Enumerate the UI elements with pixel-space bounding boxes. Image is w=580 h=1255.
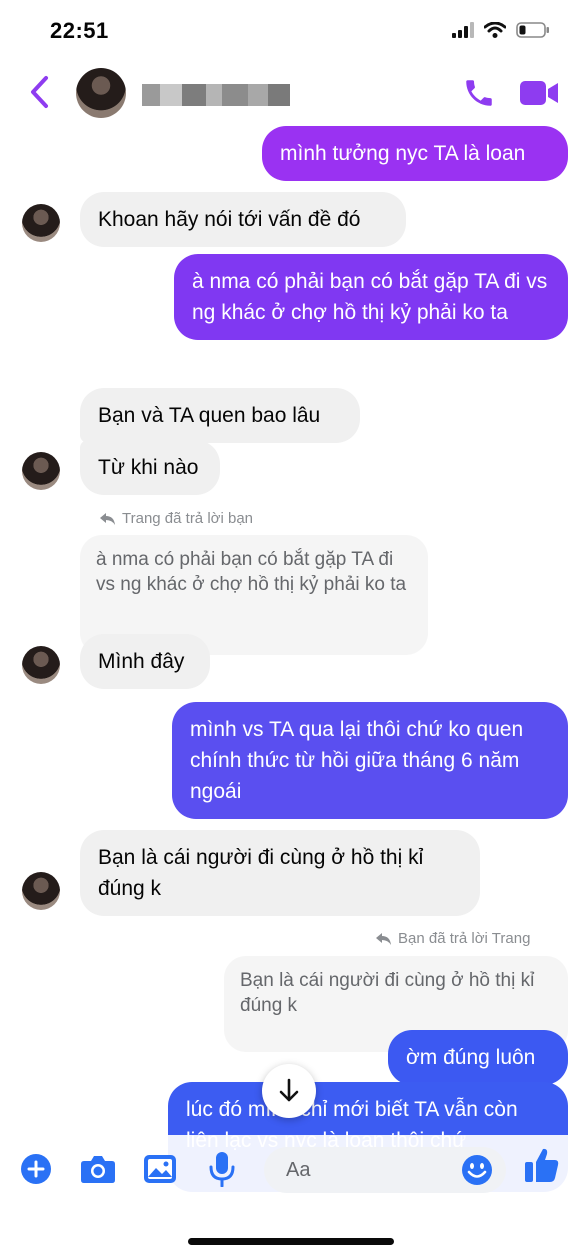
message-text: ờm đúng luôn bbox=[406, 1046, 536, 1069]
message-text: mình vs TA qua lại thôi chứ ko quen chín… bbox=[190, 718, 524, 803]
chevron-left-icon bbox=[31, 76, 48, 108]
video-camera-icon bbox=[520, 81, 558, 105]
battery-icon bbox=[516, 22, 549, 38]
message-text: Mình đây bbox=[98, 650, 185, 673]
reply-arrow-icon bbox=[376, 932, 391, 945]
emoji-icon bbox=[462, 1155, 492, 1185]
voice-message-button[interactable] bbox=[202, 1149, 242, 1189]
message-incoming[interactable]: Khoan hãy nói tới vấn đề đó bbox=[80, 192, 406, 247]
reply-label: Trang đã trả lời bạn bbox=[100, 510, 253, 527]
message-outgoing[interactable]: à nma có phải bạn có bắt gặp TA đi vs ng… bbox=[174, 254, 568, 340]
wifi-icon bbox=[484, 22, 506, 38]
home-indicator bbox=[188, 1238, 394, 1245]
conversation-header bbox=[0, 62, 580, 126]
sender-avatar[interactable] bbox=[22, 872, 60, 910]
more-actions-button[interactable] bbox=[16, 1149, 56, 1189]
status-bar: 22:51 bbox=[0, 0, 580, 62]
arrow-down-icon bbox=[279, 1078, 299, 1102]
image-icon bbox=[144, 1155, 176, 1183]
message-input-placeholder: Aa bbox=[286, 1159, 311, 1181]
plus-circle-icon bbox=[21, 1154, 51, 1184]
contact-name-redacted[interactable] bbox=[142, 84, 290, 106]
camera-button[interactable] bbox=[78, 1149, 118, 1189]
status-icons bbox=[452, 22, 550, 38]
message-outgoing[interactable]: mình tưởng nyc TA là loan bbox=[262, 126, 568, 181]
reply-arrow-icon bbox=[100, 512, 115, 525]
status-time: 22:51 bbox=[50, 18, 109, 43]
sender-avatar[interactable] bbox=[22, 204, 60, 242]
message-composer: Aa bbox=[0, 1135, 580, 1255]
message-incoming[interactable]: Từ khi nào bbox=[80, 440, 220, 495]
thumbs-up-icon bbox=[525, 1148, 559, 1182]
sender-avatar[interactable] bbox=[22, 452, 60, 490]
message-input[interactable]: Aa bbox=[264, 1147, 506, 1193]
message-incoming[interactable]: Bạn và TA quen bao lâu bbox=[80, 388, 360, 443]
like-button[interactable] bbox=[522, 1145, 562, 1185]
scroll-to-bottom-button[interactable] bbox=[262, 1064, 316, 1118]
message-incoming[interactable]: Mình đây bbox=[80, 634, 210, 689]
gallery-button[interactable] bbox=[140, 1149, 180, 1189]
emoji-button[interactable] bbox=[460, 1153, 494, 1187]
sender-avatar[interactable] bbox=[22, 646, 60, 684]
camera-icon bbox=[81, 1156, 115, 1183]
video-call-button[interactable] bbox=[518, 78, 560, 108]
message-text: Bạn và TA quen bao lâu bbox=[98, 404, 321, 427]
cellular-signal-icon bbox=[452, 22, 474, 38]
message-text: mình tưởng nyc TA là loan bbox=[280, 142, 526, 165]
microphone-icon bbox=[209, 1152, 235, 1187]
reply-label: Bạn đã trả lời Trang bbox=[376, 930, 530, 947]
voice-call-button[interactable] bbox=[462, 76, 496, 110]
message-outgoing[interactable]: ờm đúng luôn bbox=[388, 1030, 568, 1085]
message-incoming[interactable]: Bạn là cái người đi cùng ở hồ thị kỉ đún… bbox=[80, 830, 480, 916]
message-text: Khoan hãy nói tới vấn đề đó bbox=[98, 208, 361, 231]
message-text: Bạn là cái người đi cùng ở hồ thị kỉ đún… bbox=[98, 846, 424, 900]
message-text: Từ khi nào bbox=[98, 456, 199, 479]
contact-avatar[interactable] bbox=[76, 68, 126, 118]
back-button[interactable] bbox=[26, 74, 54, 110]
message-outgoing[interactable]: mình vs TA qua lại thôi chứ ko quen chín… bbox=[172, 702, 568, 819]
message-text: à nma có phải bạn có bắt gặp TA đi vs ng… bbox=[192, 270, 548, 324]
phone-icon bbox=[466, 80, 492, 106]
